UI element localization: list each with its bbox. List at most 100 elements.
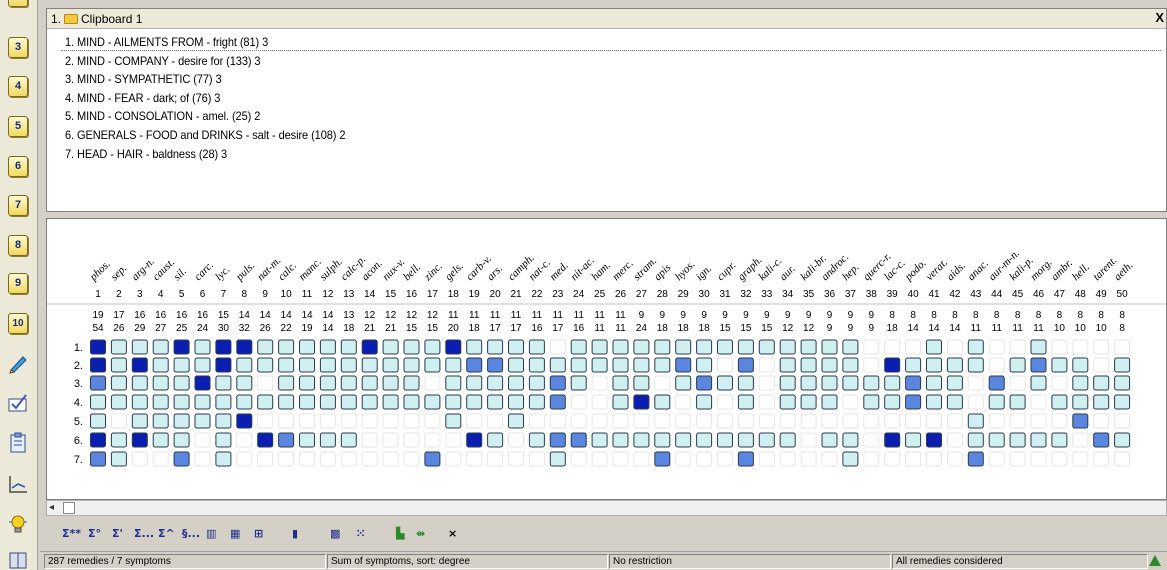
grade-cell[interactable] [1030,357,1047,373]
grade-cell[interactable] [884,432,901,448]
grade-cell[interactable] [926,432,942,448]
grade-cell-empty[interactable] [194,451,211,467]
grade-cell-empty[interactable] [612,451,629,467]
sum-symptoms-button[interactable]: Σ** [62,527,81,543]
grade-cell-empty[interactable] [988,357,1005,373]
grade-cell[interactable] [466,432,483,448]
grade-cell[interactable] [257,394,274,410]
grade-cell-empty[interactable] [905,451,922,467]
grade-cell[interactable] [215,357,232,373]
grade-cell[interactable] [842,357,859,373]
grade-cell[interactable] [570,375,587,391]
grade-cell[interactable] [424,394,441,410]
grade-cell-empty[interactable] [1093,357,1110,373]
grade-cell[interactable] [299,357,315,373]
grade-cell[interactable] [675,432,692,448]
export-icon[interactable]: ⇴ [416,527,425,543]
grade-cell[interactable] [842,339,859,355]
symptom-item[interactable]: 4. MIND - FEAR - dark; of (76) 3 [65,89,345,108]
grade-cell[interactable] [508,339,524,355]
grade-cell-empty[interactable] [110,413,127,429]
grade-cell[interactable] [90,339,106,355]
grade-cell[interactable] [299,432,315,448]
grade-cell[interactable] [821,394,838,410]
grade-cell-empty[interactable] [863,357,880,373]
grade-cell-empty[interactable] [926,413,942,429]
grade-cell[interactable] [194,339,211,355]
grade-cell-empty[interactable] [424,413,441,429]
grade-cell[interactable] [737,339,754,355]
remedy-label[interactable]: verat. [924,257,950,283]
column-chart-icon[interactable]: ▦ [230,527,240,543]
grade-cell-empty[interactable] [361,451,378,467]
remedy-label[interactable]: cupr. [715,259,739,283]
grade-cell-empty[interactable] [236,432,253,448]
grade-cell[interactable] [131,339,148,355]
grade-cell-empty[interactable] [884,451,901,467]
grade-cell[interactable] [278,375,295,391]
clipboard-icon[interactable] [6,431,30,455]
grade-cell[interactable] [131,432,148,448]
grade-cell[interactable] [487,339,504,355]
grade-cell-empty[interactable] [905,339,922,355]
grade-cell[interactable] [612,432,629,448]
grade-cell-empty[interactable] [717,394,733,410]
grade-cell[interactable] [737,357,754,373]
dots-view-icon[interactable]: ⁙ [356,527,365,543]
grade-cell[interactable] [319,357,336,373]
grade-cell[interactable] [90,432,106,448]
tab-10[interactable]: 10 [6,312,30,336]
grade-cell[interactable] [152,432,169,448]
grade-cell[interactable] [675,375,692,391]
grade-cell[interactable] [717,432,733,448]
grade-cell-empty[interactable] [1114,339,1131,355]
grade-cell-empty[interactable] [1051,339,1068,355]
grade-cell[interactable] [696,394,713,410]
grade-cell[interactable] [466,339,483,355]
grade-cell[interactable] [591,339,608,355]
grade-cell[interactable] [487,357,504,373]
grade-cell[interactable] [1051,357,1068,373]
grade-cell[interactable] [299,339,315,355]
grade-cell-empty[interactable] [361,432,378,448]
grade-cell[interactable] [633,432,650,448]
grade-cell[interactable] [110,394,127,410]
grade-cell-empty[interactable] [361,413,378,429]
grade-cell[interactable] [382,375,399,391]
sum-small-button[interactable]: Σ... [134,527,154,543]
tab-7[interactable]: 7 [6,194,30,218]
grade-cell[interactable] [278,339,295,355]
grade-cell[interactable] [403,357,420,373]
grade-cell[interactable] [967,413,984,429]
grade-cell[interactable] [905,432,922,448]
grade-cell[interactable] [696,375,713,391]
grade-cell[interactable] [549,451,566,467]
grade-cell[interactable] [1114,432,1131,448]
tab-5[interactable]: 5 [6,115,30,139]
close-icon[interactable]: X [1155,10,1164,25]
grade-cell-empty[interactable] [1030,413,1047,429]
grade-cell-empty[interactable] [946,413,963,429]
grade-cell[interactable] [528,394,545,410]
grade-cell[interactable] [633,357,650,373]
grade-cell-empty[interactable] [278,451,295,467]
grade-cell[interactable] [152,413,169,429]
grade-cell[interactable] [758,432,775,448]
grade-cell-empty[interactable] [382,451,399,467]
grade-cell[interactable] [1009,432,1026,448]
grade-cell[interactable] [110,339,127,355]
grade-cell-empty[interactable] [717,413,733,429]
remedy-label[interactable]: lyc. [213,264,233,284]
grade-cell-empty[interactable] [1051,451,1068,467]
grade-cell[interactable] [654,394,671,410]
grade-cell[interactable] [173,375,190,391]
grade-cell[interactable] [215,451,232,467]
grade-cell[interactable] [445,413,462,429]
grade-cell-empty[interactable] [466,413,483,429]
grade-cell[interactable] [278,357,295,373]
grade-cell-empty[interactable] [779,413,796,429]
grade-cell-empty[interactable] [967,394,984,410]
grade-cell[interactable] [946,357,963,373]
grade-cell[interactable] [737,432,754,448]
grade-cell[interactable] [445,375,462,391]
